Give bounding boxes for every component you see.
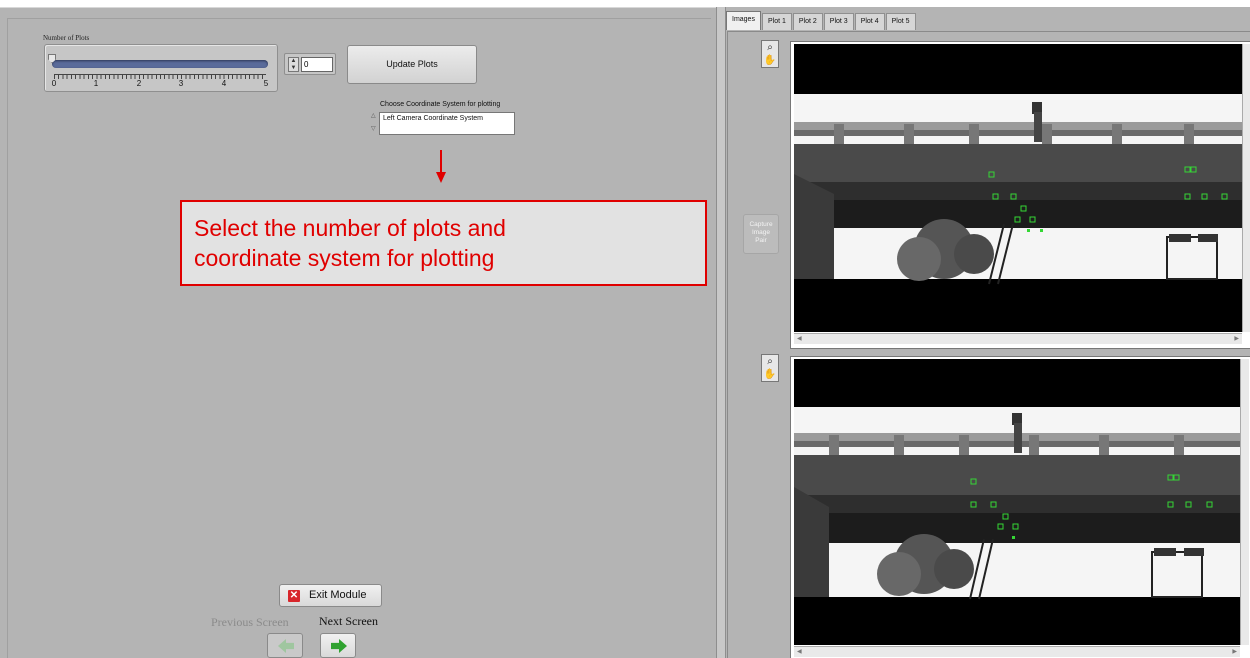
- control-panel: [0, 7, 716, 658]
- next-screen-button[interactable]: [320, 633, 356, 658]
- number-of-plots-slider[interactable]: 0 1 2 3 4 5: [44, 44, 278, 92]
- tab-plot-3[interactable]: Plot 3: [823, 13, 854, 30]
- capture-image-pair-button[interactable]: Capture Image Pair: [743, 214, 779, 254]
- tick-label: 1: [93, 79, 99, 88]
- left-camera-image: [794, 44, 1242, 332]
- ring-arrows-icon[interactable]: △ ▽: [371, 110, 376, 136]
- plots-numeric-control: ▲ ▼ 0: [284, 53, 336, 75]
- previous-screen-label: Previous Screen: [211, 615, 289, 629]
- plots-numeric-input[interactable]: 0: [301, 57, 333, 72]
- tab-plot-2[interactable]: Plot 2: [792, 13, 823, 30]
- bridge-scene-image: [794, 359, 1240, 645]
- callout-line-2: coordinate system for plotting: [194, 245, 495, 271]
- left-arrow-icon: [278, 639, 294, 653]
- scroll-left-icon[interactable]: ◀: [797, 335, 802, 342]
- pane-splitter[interactable]: [716, 7, 726, 658]
- image-tools-bottom: ⌕ ✋: [761, 354, 779, 382]
- magnifier-icon[interactable]: ⌕: [762, 41, 778, 54]
- scroll-right-icon[interactable]: ▶: [1234, 335, 1239, 342]
- instruction-callout: Select the number of plots and coordinat…: [180, 200, 707, 286]
- scroll-right-icon[interactable]: ▶: [1232, 648, 1237, 655]
- image-tools-top: ⌕ ✋: [761, 40, 779, 68]
- callout-line-1: Select the number of plots and: [194, 215, 506, 241]
- coordinate-system-label: Choose Coordinate System for plotting: [380, 101, 501, 108]
- control-panel-inner: [7, 18, 711, 658]
- slider-track[interactable]: [52, 60, 268, 68]
- slider-ticks: [54, 74, 266, 79]
- red-arrow-icon: [440, 150, 442, 174]
- capture-line-3: Pair: [755, 237, 767, 244]
- increment-decrement-arrows-icon[interactable]: ▲ ▼: [288, 57, 299, 72]
- exit-module-label: Exit Module: [309, 589, 367, 601]
- right-arrow-icon: [331, 639, 347, 653]
- tab-images[interactable]: Images: [726, 11, 761, 30]
- next-screen-label: Next Screen: [319, 614, 378, 628]
- display-panel: Images Plot 1 Plot 2 Plot 3 Plot 4 Plot …: [726, 7, 1250, 658]
- right-camera-image-display: ◀ ▶: [790, 356, 1250, 658]
- exit-module-button[interactable]: ✕ Exit Module: [279, 584, 382, 607]
- vertical-scrollbar[interactable]: [1242, 44, 1250, 332]
- previous-screen-button[interactable]: [267, 633, 303, 658]
- capture-line-2: Image: [751, 229, 771, 236]
- hand-icon[interactable]: ✋: [762, 368, 778, 381]
- tick-label: 0: [51, 79, 57, 88]
- hand-icon[interactable]: ✋: [762, 54, 778, 67]
- images-tab-body: Capture Image Pair ⌕ ✋ ◀ ▶ ⌕ ✋ ◀ ▶: [727, 31, 1250, 658]
- slider-label: Number of Plots: [43, 34, 90, 42]
- red-arrow-head-icon: [435, 172, 446, 183]
- coordinate-system-ring[interactable]: Left Camera Coordinate System: [379, 112, 515, 135]
- tick-label: 4: [221, 79, 227, 88]
- capture-line-1: Capture: [749, 221, 773, 228]
- tab-plot-5[interactable]: Plot 5: [885, 13, 916, 30]
- tick-label: 2: [136, 79, 142, 88]
- horizontal-scrollbar[interactable]: ◀ ▶: [794, 646, 1240, 657]
- tick-label: 5: [263, 79, 269, 88]
- tick-label: 3: [178, 79, 184, 88]
- tab-plot-4[interactable]: Plot 4: [854, 13, 885, 30]
- tab-bar: Images Plot 1 Plot 2 Plot 3 Plot 4 Plot …: [726, 11, 917, 31]
- left-camera-image-display: ◀ ▶: [790, 41, 1250, 349]
- horizontal-scrollbar[interactable]: ◀ ▶: [794, 333, 1242, 344]
- vertical-scrollbar[interactable]: [1240, 359, 1249, 645]
- bridge-scene-image: [794, 44, 1242, 332]
- update-plots-button[interactable]: Update Plots: [347, 45, 477, 84]
- scroll-left-icon[interactable]: ◀: [797, 648, 802, 655]
- close-x-icon: ✕: [288, 590, 300, 602]
- right-camera-image: [794, 359, 1240, 645]
- tab-plot-1[interactable]: Plot 1: [761, 13, 792, 30]
- magnifier-icon[interactable]: ⌕: [762, 355, 778, 368]
